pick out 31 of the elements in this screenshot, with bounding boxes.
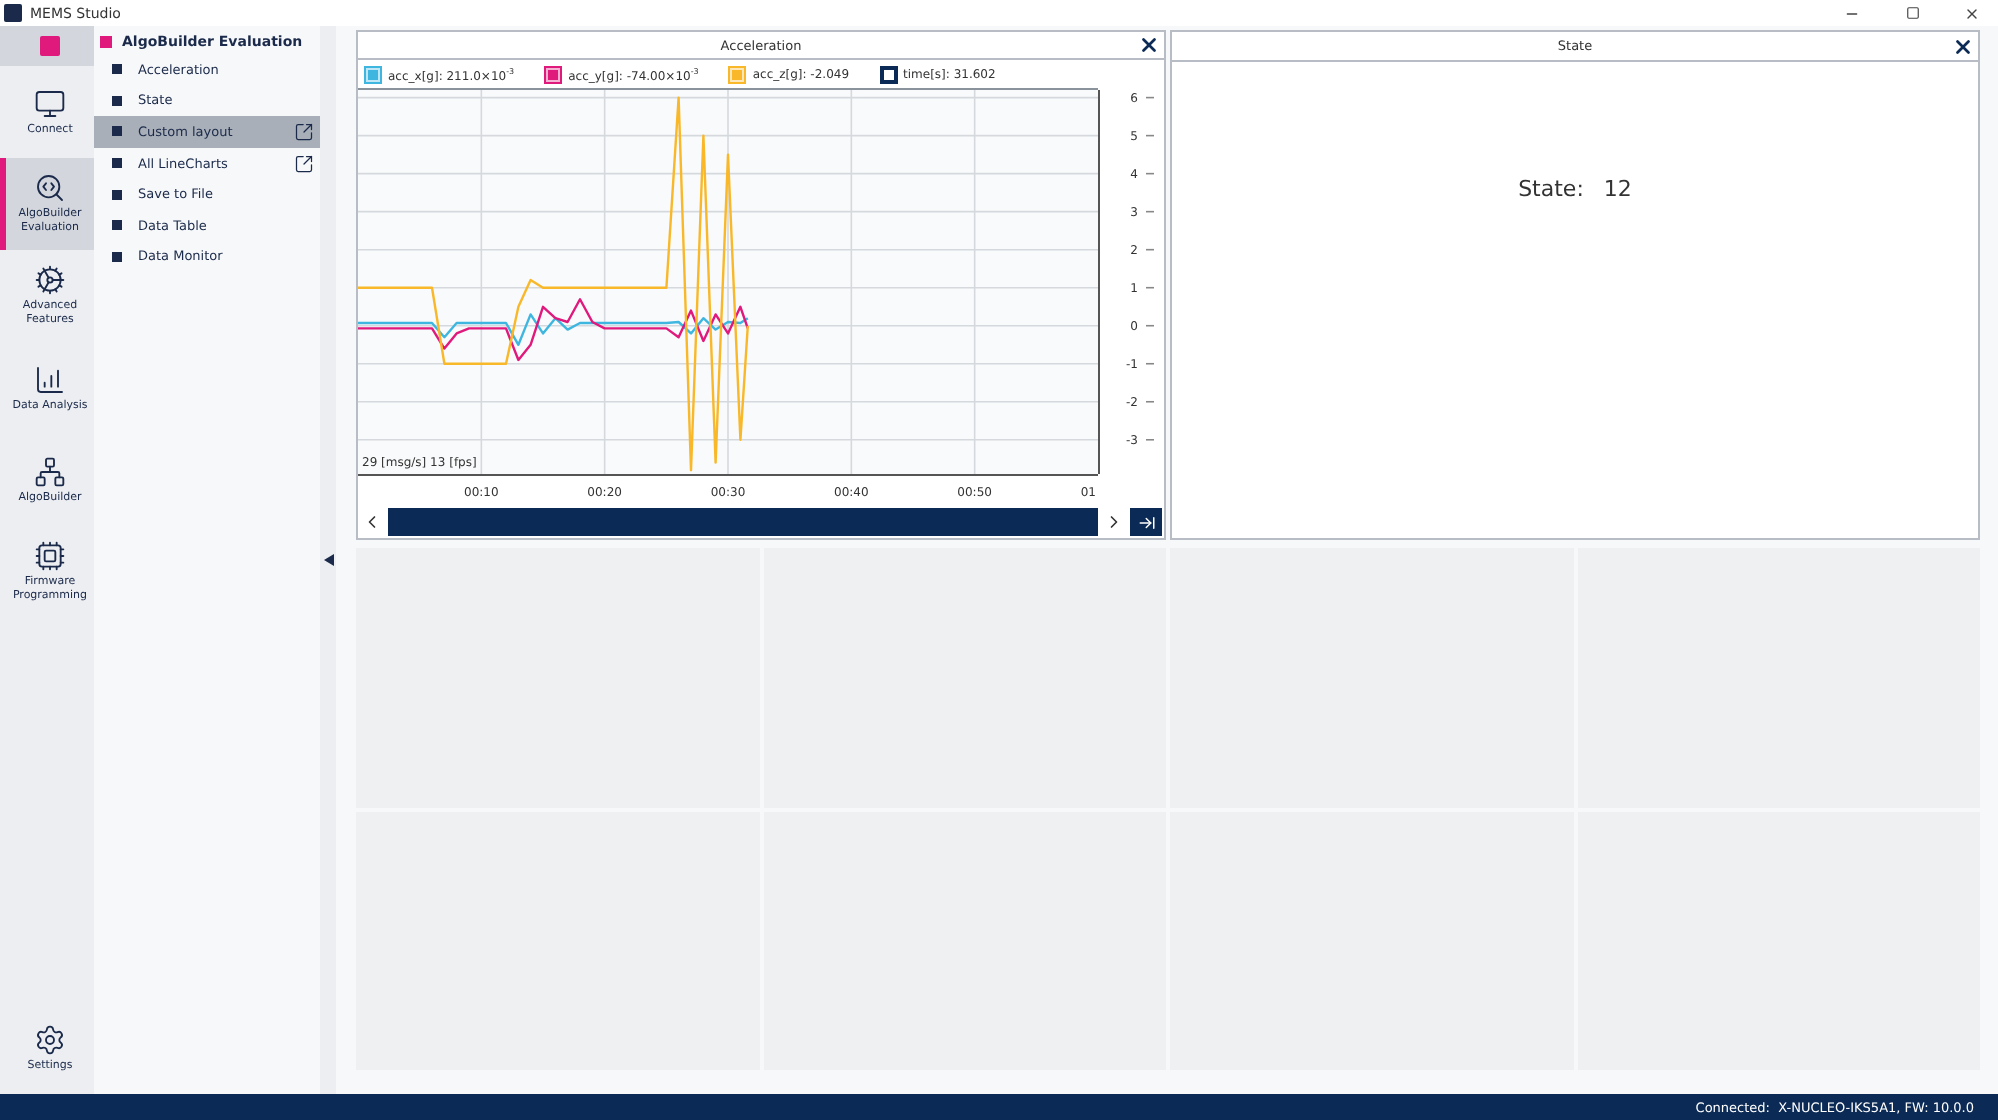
bullet-icon [112,220,122,231]
close-button[interactable] [1950,34,1974,58]
open-external-icon[interactable] [294,153,314,174]
bullet-icon [112,64,122,75]
state-value: 12 [1603,175,1632,201]
chart-icon [34,363,66,396]
brand-icon [40,36,60,56]
gear-icon [34,264,66,297]
arrow-to-end-icon [1137,513,1155,532]
bullet-icon [112,189,122,200]
settings-icon [34,1023,66,1056]
close-button[interactable] [1136,33,1160,58]
section-icon [100,36,112,48]
network-icon [34,455,66,488]
code-search-icon [34,172,66,205]
scrollbar-thumb[interactable] [388,508,1098,537]
jump-to-end-button[interactable] [1130,508,1162,537]
close-icon [1137,34,1159,57]
maximize-icon [1905,6,1919,20]
monitor-icon [34,87,66,120]
state-label: State: [1518,175,1584,201]
chip-icon [34,540,66,573]
nav-item[interactable] [0,26,94,66]
open-external-icon[interactable] [294,121,314,142]
close-icon [1964,5,1980,21]
bullet-icon [112,251,122,262]
app-icon [4,4,22,22]
bullet-icon [112,126,122,137]
bullet-icon [112,95,122,106]
bullet-icon [112,158,122,169]
close-icon [1951,35,1973,57]
